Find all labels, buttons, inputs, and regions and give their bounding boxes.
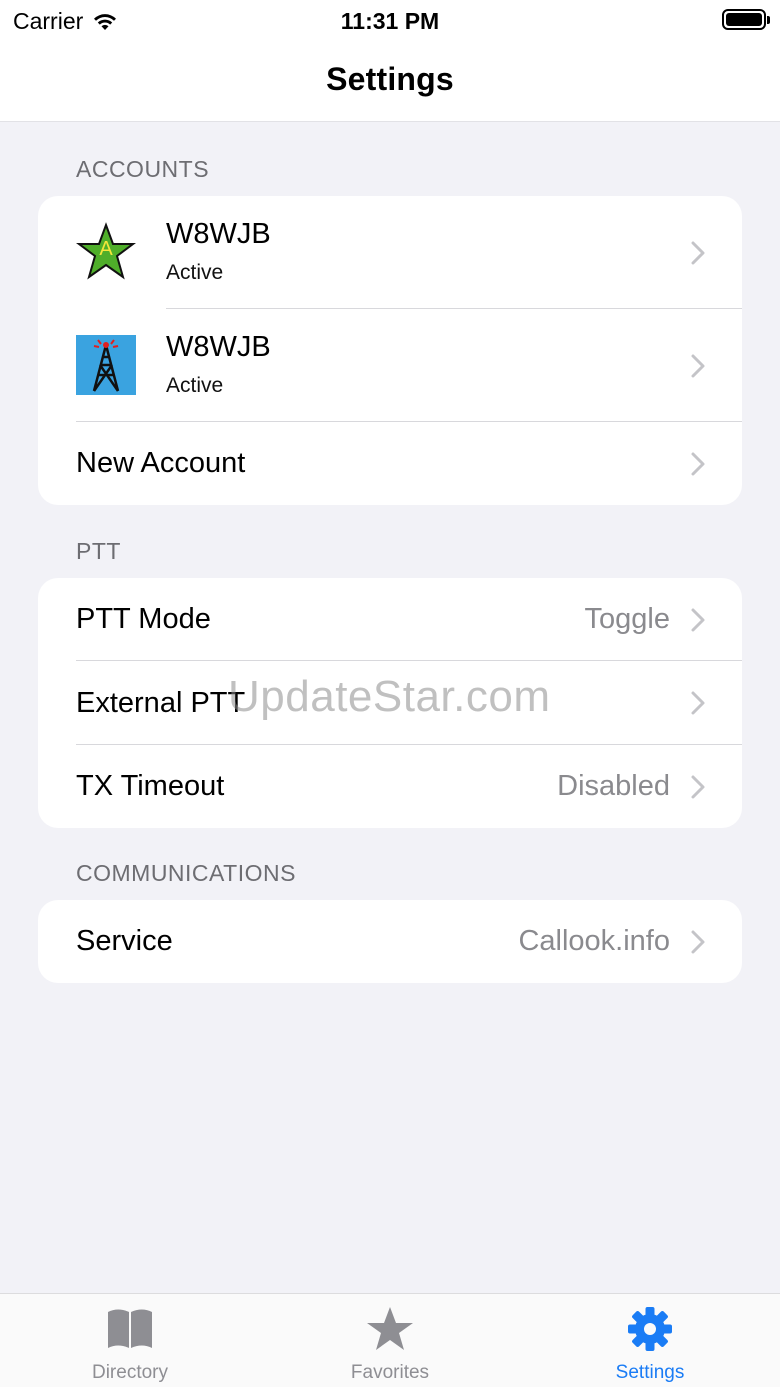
communications-group: Service Callook.info xyxy=(38,900,742,983)
account-name: W8WJB xyxy=(166,218,271,250)
tab-favorites[interactable]: Favorites xyxy=(300,1294,480,1387)
chevron-right-icon xyxy=(691,691,705,715)
new-account-label: New Account xyxy=(76,447,246,479)
row-label: TX Timeout xyxy=(76,770,225,802)
row-label: External PTT xyxy=(76,686,246,719)
section-header-ptt: PTT xyxy=(76,538,121,564)
new-account-row[interactable]: New Account xyxy=(38,422,742,505)
battery-icon xyxy=(722,9,770,30)
row-value: Toggle xyxy=(584,603,670,635)
chevron-right-icon xyxy=(691,354,705,378)
tab-settings[interactable]: Settings xyxy=(560,1294,740,1387)
tab-label: Favorites xyxy=(350,1362,430,1383)
page-title: Settings xyxy=(326,61,454,97)
chevron-right-icon xyxy=(691,775,705,799)
row-value: Disabled xyxy=(557,770,670,802)
chevron-right-icon xyxy=(691,608,705,632)
chevron-right-icon xyxy=(691,241,705,265)
tab-directory[interactable]: Directory xyxy=(40,1294,220,1387)
account-row[interactable]: A W8WJB Active xyxy=(38,196,742,309)
status-time: 11:31 PM xyxy=(340,8,440,34)
navigation-header: Carrier 11:31 PM Settings xyxy=(0,0,780,122)
settings-screen: Carrier 11:31 PM Settings ACCOUNTS A W8W… xyxy=(0,0,780,1387)
radio-tower-icon xyxy=(76,335,136,395)
chevron-right-icon xyxy=(691,930,705,954)
account-status: Active xyxy=(166,261,224,284)
star-a-icon: A xyxy=(76,222,136,280)
row-value: Callook.info xyxy=(518,925,670,957)
book-icon xyxy=(108,1309,152,1348)
chevron-right-icon xyxy=(691,452,705,476)
service-row[interactable]: Service Callook.info xyxy=(38,900,742,983)
tab-bar: Directory Favorites Settings xyxy=(0,1293,780,1387)
account-status: Active xyxy=(166,374,224,397)
account-row[interactable]: W8WJB Active xyxy=(38,309,742,422)
tab-label: Directory xyxy=(91,1362,168,1383)
accounts-group: A W8WJB Active W8WJB Active New Account xyxy=(38,196,742,505)
svg-text:A: A xyxy=(99,238,113,260)
watermark: UpdateStar.com xyxy=(228,672,551,721)
row-label: PTT Mode xyxy=(76,603,211,635)
gear-icon xyxy=(628,1307,672,1351)
account-name: W8WJB xyxy=(166,331,271,363)
section-header-accounts: ACCOUNTS xyxy=(76,156,210,182)
ptt-mode-row[interactable]: PTT Mode Toggle xyxy=(38,578,742,661)
tab-label: Settings xyxy=(615,1362,685,1383)
row-label: Service xyxy=(76,925,173,957)
section-header-communications: COMMUNICATIONS xyxy=(76,860,296,886)
tx-timeout-row[interactable]: TX Timeout Disabled xyxy=(38,745,742,828)
star-icon xyxy=(367,1307,413,1350)
